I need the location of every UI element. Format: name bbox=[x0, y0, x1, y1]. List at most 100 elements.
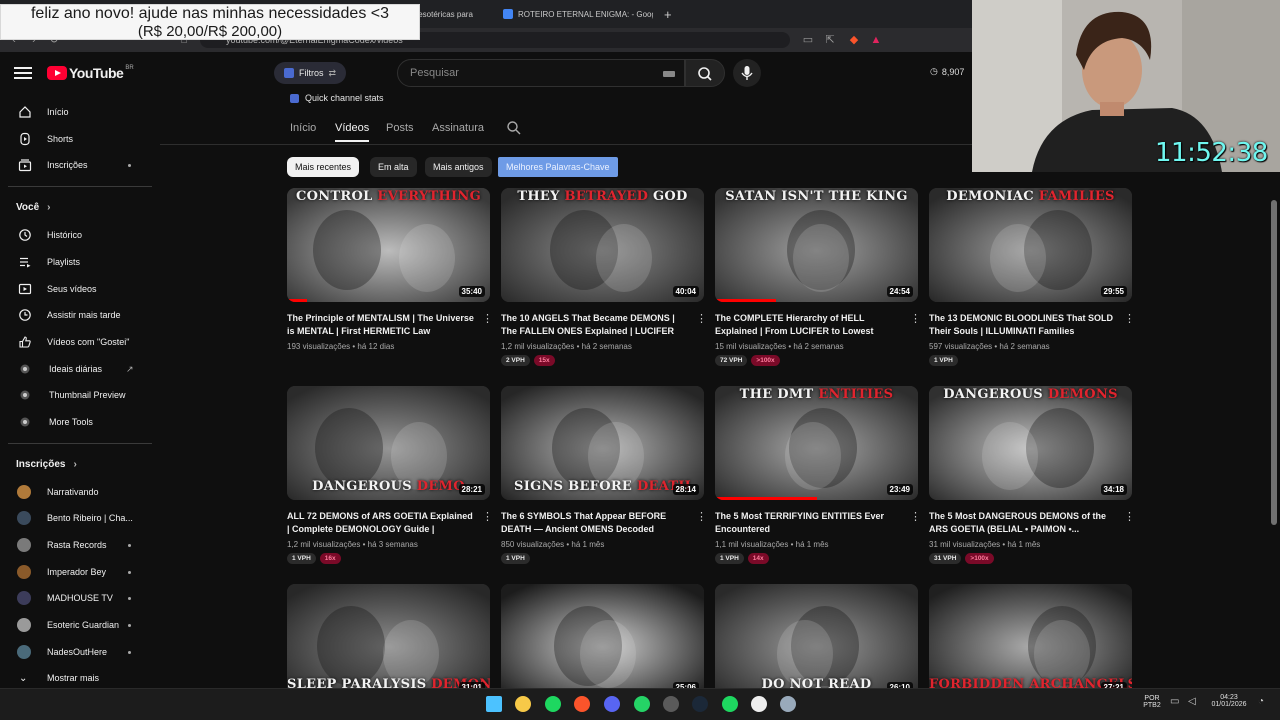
video-title[interactable]: The Principle of MENTALISM | The Univers… bbox=[287, 312, 475, 338]
subscription-narrativando[interactable]: Narrativando bbox=[0, 480, 152, 504]
sidebar-item-more-tools[interactable]: More Tools bbox=[0, 410, 152, 434]
cast-icon[interactable]: ▭ bbox=[800, 32, 816, 48]
video-thumbnail[interactable]: FORBIDDEN ARCHANGELS27:21 bbox=[929, 584, 1132, 698]
subscription-madhouse-tv[interactable]: MADHOUSE TV bbox=[0, 586, 152, 610]
video-thumbnail[interactable]: SATAN ISN'T THE KING 24:54 bbox=[715, 188, 918, 302]
chip-best-keywords[interactable]: Melhores Palavras-Chave bbox=[498, 157, 618, 177]
video-title[interactable]: ALL 72 DEMONS of ARS GOETIA Explained | … bbox=[287, 510, 475, 536]
scrollbar-thumb[interactable] bbox=[1271, 200, 1277, 525]
more-options-icon[interactable]: ⋮ bbox=[696, 313, 707, 325]
subscription-rasta-records[interactable]: Rasta Records bbox=[0, 533, 152, 557]
video-title[interactable]: The COMPLETE Hierarchy of HELL Explained… bbox=[715, 312, 903, 338]
taskbar-clock[interactable]: 04:23 01/01/2026 bbox=[1206, 694, 1252, 708]
video-thumbnail[interactable]: SLEEP PARALYSIS DEMONS31:01 bbox=[287, 584, 490, 698]
notepad-icon[interactable] bbox=[780, 696, 796, 712]
more-options-icon[interactable]: ⋮ bbox=[482, 511, 493, 523]
capcut-icon[interactable] bbox=[751, 696, 767, 712]
search-input[interactable] bbox=[397, 59, 685, 87]
filters-button[interactable]: Filtros ⇄ bbox=[274, 62, 347, 84]
tab-home[interactable]: Início bbox=[290, 122, 316, 134]
chip-oldest[interactable]: Mais antigos bbox=[425, 157, 492, 177]
sidebar-item-subscriptions[interactable]: Inscrições bbox=[0, 153, 152, 177]
show-more-button[interactable]: ⌄ Mostrar mais bbox=[0, 666, 152, 690]
chip-latest[interactable]: Mais recentes bbox=[287, 157, 360, 177]
quick-channel-stats-button[interactable]: Quick channel stats bbox=[290, 90, 384, 106]
video-card[interactable]: DO NOT READ26:10 bbox=[715, 584, 918, 698]
sidebar-item-your-videos[interactable]: Seus vídeos bbox=[0, 277, 152, 301]
steam-icon[interactable] bbox=[692, 696, 708, 712]
video-card[interactable]: SLEEP PARALYSIS DEMONS31:01 bbox=[287, 584, 490, 698]
video-thumbnail[interactable]: DANGEROUS DEMONS 34:18 bbox=[929, 386, 1132, 500]
network-icon[interactable]: ▭ bbox=[1170, 696, 1179, 707]
more-options-icon[interactable]: ⋮ bbox=[910, 313, 921, 325]
browser-tab[interactable]: s esotéricas para bbox=[412, 4, 492, 24]
sidebar-item-history[interactable]: Histórico bbox=[0, 223, 152, 247]
video-card[interactable]: SIGNS BEFORE DEATH 28:14 The 6 SYMBOLS Tha… bbox=[501, 386, 707, 564]
video-title[interactable]: The 5 Most TERRIFYING ENTITIES Ever Enco… bbox=[715, 510, 903, 536]
brave-shield-icon[interactable]: ◆ bbox=[846, 32, 862, 48]
brave-browser-icon[interactable] bbox=[574, 696, 590, 712]
video-thumbnail[interactable]: 25:06 bbox=[501, 584, 704, 698]
video-card[interactable]: THEY BETRAYED GOD 40:04 The 10 ANGELS That… bbox=[501, 188, 707, 366]
video-thumbnail[interactable]: DO NOT READ26:10 bbox=[715, 584, 918, 698]
spotify-alt-icon[interactable] bbox=[722, 696, 738, 712]
keyboard-icon[interactable] bbox=[663, 71, 675, 77]
video-card[interactable]: DANGEROUS DEMO 28:21 ALL 72 DEMONS of ARS … bbox=[287, 386, 493, 564]
youtube-logo[interactable]: YouTube BR bbox=[47, 65, 134, 81]
sidebar-item-liked-videos[interactable]: Vídeos com "Gostei" bbox=[0, 330, 152, 354]
sidebar-item-daily-ideas[interactable]: Ideais diárias ↗ bbox=[0, 357, 152, 381]
brave-rewards-icon[interactable]: ▲ bbox=[868, 32, 884, 48]
more-options-icon[interactable]: ⋮ bbox=[696, 511, 707, 523]
windows-start-icon[interactable] bbox=[486, 696, 502, 712]
video-card[interactable]: DANGEROUS DEMONS 34:18 The 5 Most DANGEROU… bbox=[929, 386, 1135, 564]
new-tab-button[interactable]: + bbox=[664, 4, 672, 24]
file-explorer-icon[interactable] bbox=[515, 696, 531, 712]
whatsapp-icon[interactable] bbox=[634, 696, 650, 712]
sidebar-item-watch-later[interactable]: Assistir mais tarde bbox=[0, 303, 152, 327]
video-thumbnail[interactable]: DANGEROUS DEMO 28:21 bbox=[287, 386, 490, 500]
sidebar-item-home[interactable]: Início bbox=[0, 100, 152, 124]
video-thumbnail[interactable]: THE DMT ENTITIES 23:49 bbox=[715, 386, 918, 500]
channel-search-button[interactable] bbox=[506, 120, 522, 139]
sidebar-item-thumbnail-preview[interactable]: Thumbnail Preview bbox=[0, 383, 152, 407]
search-button[interactable] bbox=[685, 59, 725, 87]
video-title[interactable]: The 13 DEMONIC BLOODLINES That SOLD Thei… bbox=[929, 312, 1117, 338]
video-card[interactable]: FORBIDDEN ARCHANGELS27:21 bbox=[929, 584, 1132, 698]
video-card[interactable]: 25:06 bbox=[501, 584, 704, 698]
you-section-heading[interactable]: Você › bbox=[16, 202, 51, 213]
discord-icon[interactable] bbox=[604, 696, 620, 712]
subscription-nadesouthere[interactable]: NadesOutHere bbox=[0, 640, 152, 664]
more-options-icon[interactable]: ⋮ bbox=[1124, 511, 1135, 523]
sidebar-item-shorts[interactable]: Shorts bbox=[0, 127, 152, 151]
video-title[interactable]: The 5 Most DANGEROUS DEMONS of the ARS G… bbox=[929, 510, 1117, 536]
subscriptions-section-heading[interactable]: Inscrições › bbox=[16, 459, 77, 470]
subscription-bento-ribeiro[interactable]: Bento Ribeiro | Cha... bbox=[0, 506, 152, 530]
volume-icon[interactable]: ◁ bbox=[1188, 696, 1196, 707]
video-thumbnail[interactable]: DEMONIAC FAMILIES 29:55 bbox=[929, 188, 1132, 302]
tab-videos[interactable]: Vídeos bbox=[335, 122, 369, 134]
video-card[interactable]: THE DMT ENTITIES 23:49 The 5 Most TERRIFYI… bbox=[715, 386, 921, 564]
video-title[interactable]: The 10 ANGELS That Became DEMONS | The F… bbox=[501, 312, 689, 338]
video-thumbnail[interactable]: CONTROL EVERYTHING 35:40 bbox=[287, 188, 490, 302]
video-card[interactable]: SATAN ISN'T THE KING 24:54 The COMPLETE Hi… bbox=[715, 188, 921, 366]
obs-icon[interactable] bbox=[663, 696, 679, 712]
browser-tab-roteiro[interactable]: ROTEIRO ETERNAL ENIGMA: - Googl bbox=[503, 4, 653, 24]
subscription-imperador-bey[interactable]: Imperador Bey bbox=[0, 560, 152, 584]
hamburger-menu-icon[interactable] bbox=[14, 64, 32, 82]
voice-search-button[interactable] bbox=[733, 59, 761, 87]
spotify-icon[interactable] bbox=[545, 696, 561, 712]
video-thumbnail[interactable]: THEY BETRAYED GOD 40:04 bbox=[501, 188, 704, 302]
subscription-esoteric-guardian[interactable]: Esoteric Guardian bbox=[0, 613, 152, 637]
video-card[interactable]: DEMONIAC FAMILIES 29:55 The 13 DEMONIC BLO… bbox=[929, 188, 1135, 366]
more-options-icon[interactable]: ⋮ bbox=[1124, 313, 1135, 325]
tab-membership[interactable]: Assinatura bbox=[432, 122, 484, 134]
video-card[interactable]: CONTROL EVERYTHING 35:40 The Principle of … bbox=[287, 188, 493, 366]
video-thumbnail[interactable]: SIGNS BEFORE DEATH 28:14 bbox=[501, 386, 704, 500]
more-options-icon[interactable]: ⋮ bbox=[910, 511, 921, 523]
sidebar-item-playlists[interactable]: Playlists bbox=[0, 250, 152, 274]
video-title[interactable]: The 6 SYMBOLS That Appear BEFORE DEATH —… bbox=[501, 510, 689, 536]
language-indicator[interactable]: POR PTB2 bbox=[1142, 695, 1162, 709]
tab-posts[interactable]: Posts bbox=[386, 122, 414, 134]
chip-popular[interactable]: Em alta bbox=[370, 157, 417, 177]
more-options-icon[interactable]: ⋮ bbox=[482, 313, 493, 325]
